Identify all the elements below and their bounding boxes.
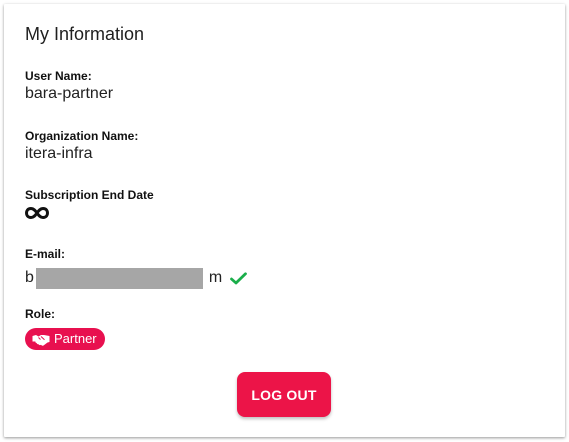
email-value: bm xyxy=(25,268,248,289)
organization-name-label: Organization Name: xyxy=(25,129,139,143)
my-information-panel: My Information User Name: bara-partner O… xyxy=(4,4,565,437)
infinity-icon xyxy=(25,206,49,220)
user-name-value: bara-partner xyxy=(25,85,114,102)
panel-title: My Information xyxy=(25,24,145,44)
checkmark-icon xyxy=(230,271,248,284)
role-badge-label: Partner xyxy=(54,331,97,346)
email-suffix: m xyxy=(208,269,223,286)
role-badge: Partner xyxy=(25,328,105,350)
role-label: Role: xyxy=(25,307,55,321)
email-label: E-mail: xyxy=(25,247,66,261)
email-text: bm xyxy=(25,268,223,289)
email-prefix: b xyxy=(25,269,34,286)
handshake-icon xyxy=(32,334,50,346)
user-name-label: User Name: xyxy=(25,69,92,83)
organization-name-value: itera-infra xyxy=(25,145,93,162)
subscription-end-date-label: Subscription End Date xyxy=(25,188,154,202)
email-redaction-mask xyxy=(36,268,203,289)
logout-button[interactable]: LOG OUT xyxy=(237,372,331,417)
